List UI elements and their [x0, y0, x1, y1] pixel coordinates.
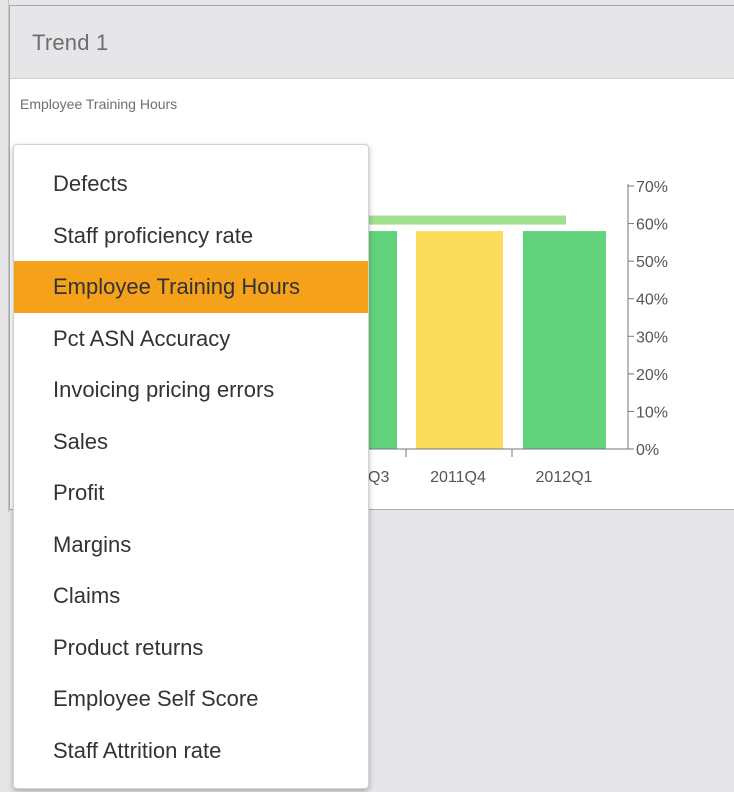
bar: [523, 231, 606, 449]
dashboard-canvas: Trend 1 Employee Training Hours 0% 10% 20%…: [0, 0, 734, 792]
y-tick-label: 30%: [636, 329, 668, 346]
menu-item[interactable]: Staff proficiency rate: [14, 210, 368, 262]
menu-item[interactable]: Pct ASN Accuracy: [14, 313, 368, 365]
y-tick-label: 0%: [636, 442, 659, 459]
y-tick-label: 40%: [636, 292, 668, 309]
menu-item[interactable]: Margins: [14, 519, 368, 571]
menu-item[interactable]: Staff Attrition rate: [14, 725, 368, 777]
y-tick-label: 60%: [636, 217, 668, 234]
menu-item[interactable]: Profit: [14, 467, 368, 519]
menu-item[interactable]: Defects: [14, 158, 368, 210]
menu-item[interactable]: Sales: [14, 416, 368, 468]
y-tick-label: 70%: [636, 179, 668, 196]
bar: [416, 231, 503, 449]
x-tick-label: 2011Q4: [430, 469, 486, 486]
menu-item[interactable]: Invoicing pricing errors: [14, 364, 368, 416]
y-tick-label: 10%: [636, 404, 668, 421]
x-tick-label: 2012Q1: [536, 469, 593, 486]
y-tick-label: 20%: [636, 367, 668, 384]
metric-dropdown-menu: Defects Staff proficiency rate Employee Tr…: [13, 144, 369, 789]
menu-item[interactable]: Employee Self Score: [14, 673, 368, 725]
x-tick-label: Q3: [368, 469, 389, 486]
menu-item[interactable]: Claims: [14, 570, 368, 622]
menu-item[interactable]: Product returns: [14, 622, 368, 674]
y-tick-label: 50%: [636, 254, 668, 271]
menu-item[interactable]: Employee Training Hours: [14, 261, 368, 313]
